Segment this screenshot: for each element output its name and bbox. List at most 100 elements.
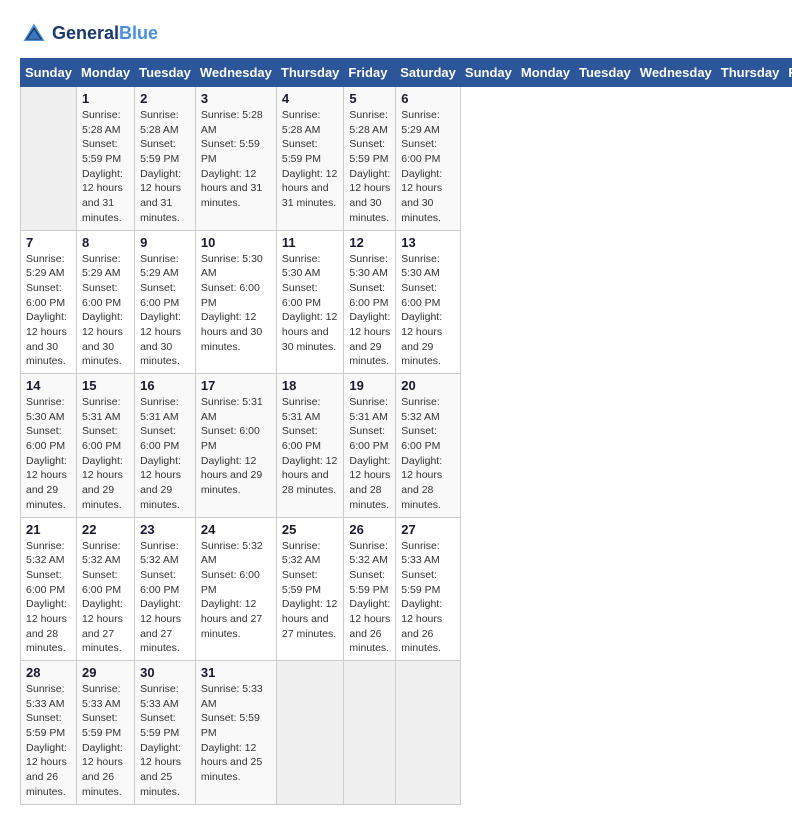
calendar-cell: 19Sunrise: 5:31 AM Sunset: 6:00 PM Dayli… <box>344 374 396 518</box>
day-info: Sunrise: 5:33 AM Sunset: 5:59 PM Dayligh… <box>140 682 190 800</box>
day-number: 4 <box>282 91 339 106</box>
day-of-week-header: Sunday <box>460 59 516 87</box>
calendar-cell: 9 Sunrise: 5:29 AM Sunset: 6:00 PM Daylig… <box>135 230 196 374</box>
day-number: 29 <box>82 665 129 680</box>
day-of-week-header: Wednesday <box>635 59 716 87</box>
day-info: Sunrise: 5:31 AM Sunset: 6:00 PM Dayligh… <box>140 395 190 513</box>
day-number: 17 <box>201 378 271 393</box>
day-of-week-header: Sunday <box>21 59 77 87</box>
day-number: 31 <box>201 665 271 680</box>
calendar-cell: 28 Sunrise: 5:33 AM Sunset: 5:59 PM Dayli… <box>21 661 77 805</box>
day-info: Sunrise: 5:33 AM Sunset: 5:59 PM Dayligh… <box>26 682 71 800</box>
day-number: 24 <box>201 522 271 537</box>
day-info: Sunrise: 5:28 AM Sunset: 5:59 PM Dayligh… <box>82 108 129 226</box>
calendar-cell: 12Sunrise: 5:30 AM Sunset: 6:00 PM Dayli… <box>344 230 396 374</box>
calendar-cell: 4 Sunrise: 5:28 AM Sunset: 5:59 PM Daylig… <box>276 87 344 231</box>
day-number: 2 <box>140 91 190 106</box>
logo-text: GeneralBlue <box>52 24 158 44</box>
day-number: 11 <box>282 235 339 250</box>
calendar-cell <box>276 661 344 805</box>
calendar-cell: 18 Sunrise: 5:31 AM Sunset: 6:00 PM Dayli… <box>276 374 344 518</box>
calendar-week-row: 1Sunrise: 5:28 AM Sunset: 5:59 PM Daylig… <box>21 87 792 231</box>
day-of-week-header: Friday <box>784 59 792 87</box>
day-of-week-header: Tuesday <box>135 59 196 87</box>
day-of-week-header: Thursday <box>276 59 344 87</box>
day-info: Sunrise: 5:31 AM Sunset: 6:00 PM Dayligh… <box>349 395 390 513</box>
calendar-cell: 21 Sunrise: 5:32 AM Sunset: 6:00 PM Dayli… <box>21 517 77 661</box>
calendar-cell: 8 Sunrise: 5:29 AM Sunset: 6:00 PM Daylig… <box>76 230 134 374</box>
day-info: Sunrise: 5:30 AM Sunset: 6:00 PM Dayligh… <box>349 252 390 370</box>
day-info: Sunrise: 5:30 AM Sunset: 6:00 PM Dayligh… <box>201 252 271 355</box>
day-of-week-header: Tuesday <box>575 59 636 87</box>
calendar-cell: 23Sunrise: 5:32 AM Sunset: 6:00 PM Dayli… <box>135 517 196 661</box>
calendar-cell: 11 Sunrise: 5:30 AM Sunset: 6:00 PM Dayli… <box>276 230 344 374</box>
day-number: 20 <box>401 378 455 393</box>
calendar-cell: 6 Sunrise: 5:29 AM Sunset: 6:00 PM Daylig… <box>396 87 461 231</box>
calendar-cell: 31 Sunrise: 5:33 AM Sunset: 5:59 PM Dayli… <box>195 661 276 805</box>
day-of-week-header: Wednesday <box>195 59 276 87</box>
day-info: Sunrise: 5:29 AM Sunset: 6:00 PM Dayligh… <box>26 252 71 370</box>
calendar-cell <box>21 87 77 231</box>
day-info: Sunrise: 5:33 AM Sunset: 5:59 PM Dayligh… <box>401 539 455 657</box>
day-of-week-header: Friday <box>344 59 396 87</box>
day-info: Sunrise: 5:32 AM Sunset: 6:00 PM Dayligh… <box>140 539 190 657</box>
day-info: Sunrise: 5:32 AM Sunset: 6:00 PM Dayligh… <box>82 539 129 657</box>
day-number: 9 <box>140 235 190 250</box>
day-number: 3 <box>201 91 271 106</box>
logo: GeneralBlue <box>20 20 158 48</box>
day-number: 7 <box>26 235 71 250</box>
calendar-cell: 1Sunrise: 5:28 AM Sunset: 5:59 PM Daylig… <box>76 87 134 231</box>
calendar-cell: 22Sunrise: 5:32 AM Sunset: 6:00 PM Dayli… <box>76 517 134 661</box>
day-info: Sunrise: 5:31 AM Sunset: 6:00 PM Dayligh… <box>282 395 339 498</box>
calendar-cell <box>396 661 461 805</box>
day-info: Sunrise: 5:28 AM Sunset: 5:59 PM Dayligh… <box>282 108 339 211</box>
calendar-cell: 15 Sunrise: 5:31 AM Sunset: 6:00 PM Dayli… <box>76 374 134 518</box>
calendar-cell: 3 Sunrise: 5:28 AM Sunset: 5:59 PM Daylig… <box>195 87 276 231</box>
day-number: 16 <box>140 378 190 393</box>
calendar-week-row: 7 Sunrise: 5:29 AM Sunset: 6:00 PM Daylig… <box>21 230 792 374</box>
calendar-table: SundayMondayTuesdayWednesdayThursdayFrid… <box>20 58 792 805</box>
calendar-cell: 27 Sunrise: 5:33 AM Sunset: 5:59 PM Dayli… <box>396 517 461 661</box>
calendar-cell: 26Sunrise: 5:32 AM Sunset: 5:59 PM Dayli… <box>344 517 396 661</box>
day-number: 14 <box>26 378 71 393</box>
day-number: 8 <box>82 235 129 250</box>
day-info: Sunrise: 5:33 AM Sunset: 5:59 PM Dayligh… <box>201 682 271 785</box>
calendar-cell: 7 Sunrise: 5:29 AM Sunset: 6:00 PM Daylig… <box>21 230 77 374</box>
day-info: Sunrise: 5:31 AM Sunset: 6:00 PM Dayligh… <box>82 395 129 513</box>
calendar-cell: 5Sunrise: 5:28 AM Sunset: 5:59 PM Daylig… <box>344 87 396 231</box>
day-number: 18 <box>282 378 339 393</box>
day-info: Sunrise: 5:30 AM Sunset: 6:00 PM Dayligh… <box>282 252 339 355</box>
day-number: 28 <box>26 665 71 680</box>
calendar-cell: 25Sunrise: 5:32 AM Sunset: 5:59 PM Dayli… <box>276 517 344 661</box>
calendar-cell: 20Sunrise: 5:32 AM Sunset: 6:00 PM Dayli… <box>396 374 461 518</box>
day-of-week-header: Saturday <box>396 59 461 87</box>
day-number: 15 <box>82 378 129 393</box>
day-number: 30 <box>140 665 190 680</box>
calendar-header-row: SundayMondayTuesdayWednesdayThursdayFrid… <box>21 59 792 87</box>
calendar-cell <box>344 661 396 805</box>
calendar-cell: 16 Sunrise: 5:31 AM Sunset: 6:00 PM Dayli… <box>135 374 196 518</box>
calendar-cell: 13Sunrise: 5:30 AM Sunset: 6:00 PM Dayli… <box>396 230 461 374</box>
day-info: Sunrise: 5:28 AM Sunset: 5:59 PM Dayligh… <box>201 108 271 211</box>
calendar-cell: 10 Sunrise: 5:30 AM Sunset: 6:00 PM Dayli… <box>195 230 276 374</box>
calendar-cell: 17Sunrise: 5:31 AM Sunset: 6:00 PM Dayli… <box>195 374 276 518</box>
calendar-cell: 24Sunrise: 5:32 AM Sunset: 6:00 PM Dayli… <box>195 517 276 661</box>
day-info: Sunrise: 5:30 AM Sunset: 6:00 PM Dayligh… <box>401 252 455 370</box>
day-info: Sunrise: 5:28 AM Sunset: 5:59 PM Dayligh… <box>140 108 190 226</box>
day-number: 21 <box>26 522 71 537</box>
day-number: 10 <box>201 235 271 250</box>
day-number: 25 <box>282 522 339 537</box>
calendar-week-row: 28 Sunrise: 5:33 AM Sunset: 5:59 PM Dayli… <box>21 661 792 805</box>
day-info: Sunrise: 5:33 AM Sunset: 5:59 PM Dayligh… <box>82 682 129 800</box>
calendar-cell: 29 Sunrise: 5:33 AM Sunset: 5:59 PM Dayli… <box>76 661 134 805</box>
day-info: Sunrise: 5:29 AM Sunset: 6:00 PM Dayligh… <box>82 252 129 370</box>
day-info: Sunrise: 5:29 AM Sunset: 6:00 PM Dayligh… <box>140 252 190 370</box>
day-info: Sunrise: 5:29 AM Sunset: 6:00 PM Dayligh… <box>401 108 455 226</box>
day-info: Sunrise: 5:32 AM Sunset: 6:00 PM Dayligh… <box>26 539 71 657</box>
day-info: Sunrise: 5:32 AM Sunset: 5:59 PM Dayligh… <box>349 539 390 657</box>
calendar-cell: 2 Sunrise: 5:28 AM Sunset: 5:59 PM Daylig… <box>135 87 196 231</box>
day-number: 27 <box>401 522 455 537</box>
day-number: 6 <box>401 91 455 106</box>
calendar-week-row: 21 Sunrise: 5:32 AM Sunset: 6:00 PM Dayli… <box>21 517 792 661</box>
calendar-cell: 30 Sunrise: 5:33 AM Sunset: 5:59 PM Dayli… <box>135 661 196 805</box>
